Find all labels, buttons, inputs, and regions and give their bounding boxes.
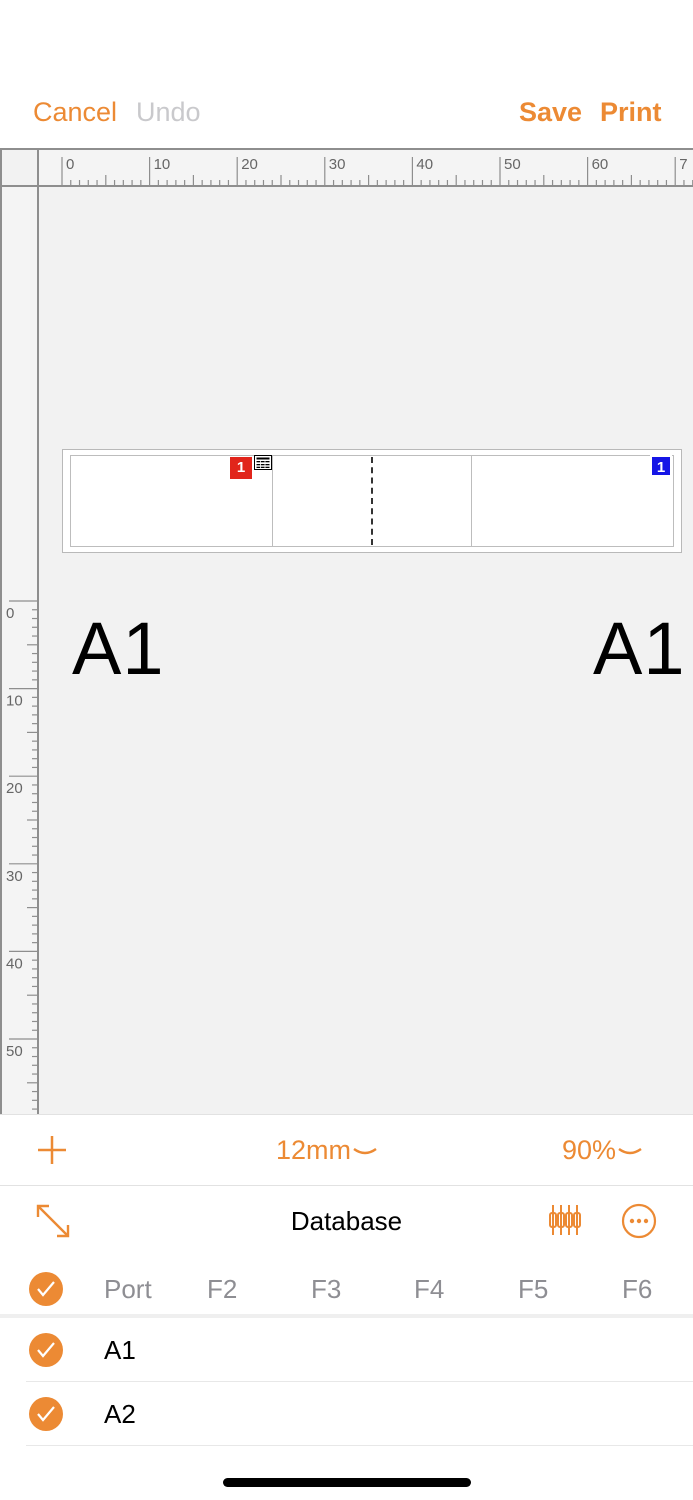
cut-line (371, 457, 373, 545)
undo-button[interactable]: Undo (136, 96, 201, 128)
ruler-label: 40 (6, 955, 23, 972)
table-cell-port: A2 (104, 1399, 136, 1429)
tape-size-value: 12mm (276, 1135, 352, 1165)
ruler-label: 10 (154, 156, 171, 173)
select-all-checkbox[interactable] (29, 1272, 63, 1306)
more-options-icon[interactable] (621, 1203, 657, 1239)
table-header-row: Port F2 F3 F4 F5 F6 (0, 1256, 693, 1318)
ruler-corner (0, 150, 39, 187)
ruler-label: 20 (6, 780, 23, 797)
tape-size-selector[interactable]: 12mm (276, 1133, 377, 1167)
horizontal-ruler-ticks: 0 10 20 30 40 50 60 7 (61, 156, 693, 187)
database-panel-header: Database (0, 1186, 693, 1256)
column-header-f4[interactable]: F4 (414, 1274, 444, 1304)
vertical-ruler-ticks: 0 10 20 30 40 50 (6, 600, 39, 1110)
top-nav-bar: Cancel Undo Save Print (0, 0, 693, 148)
checkmark-icon (37, 1342, 55, 1358)
bottom-toolbar: 12mm 90% (0, 1114, 693, 1186)
database-table: Port F2 F3 F4 F5 F6 A1 A2 (0, 1256, 693, 1446)
table-cell-port: A1 (104, 1335, 136, 1365)
table-row[interactable]: A1 (26, 1318, 693, 1382)
column-settings-icon[interactable] (548, 1203, 582, 1237)
column-header-f5[interactable]: F5 (518, 1274, 548, 1304)
zoom-selector[interactable]: 90% (562, 1133, 642, 1167)
home-indicator (223, 1478, 471, 1487)
table-row[interactable]: A2 (26, 1382, 693, 1446)
checkmark-icon (37, 1406, 55, 1422)
row-checkbox[interactable] (29, 1333, 63, 1367)
ruler-label: 7 (679, 156, 687, 173)
ruler-label: 40 (416, 156, 433, 173)
ruler-label: 0 (66, 156, 74, 173)
cancel-button[interactable]: Cancel (33, 96, 117, 128)
row-checkbox[interactable] (29, 1397, 63, 1431)
ruler-label: 50 (6, 1043, 23, 1060)
database-link-icon (254, 455, 272, 470)
column-header-port[interactable]: Port (104, 1274, 152, 1304)
ruler-label: 0 (6, 605, 14, 622)
right-field-badge: 1 (650, 455, 672, 477)
column-header-f2[interactable]: F2 (207, 1274, 237, 1304)
label-right-text[interactable]: A1 (593, 612, 686, 686)
left-field-badge: 1 (230, 457, 252, 479)
print-button[interactable]: Print (600, 96, 662, 128)
ruler-label: 30 (6, 868, 23, 885)
column-header-f6[interactable]: F6 (622, 1274, 652, 1304)
zoom-value: 90% (562, 1135, 617, 1165)
label-block-divider (272, 455, 273, 547)
ruler-label: 50 (504, 156, 521, 173)
checkmark-icon (37, 1281, 55, 1297)
ruler-label: 20 (241, 156, 258, 173)
chevron-down-icon (353, 1147, 377, 1155)
ruler-label: 60 (592, 156, 609, 173)
horizontal-ruler: 0 10 20 30 40 50 60 7 (39, 150, 693, 187)
ruler-label: 30 (329, 156, 346, 173)
ruler-label: 10 (6, 693, 23, 710)
database-title: Database (290, 1206, 403, 1236)
label-left-text[interactable]: A1 (72, 612, 165, 686)
column-header-f3[interactable]: F3 (311, 1274, 341, 1304)
save-button[interactable]: Save (519, 96, 582, 128)
vertical-ruler: 0 10 20 30 40 50 (0, 187, 39, 1114)
add-object-icon[interactable] (35, 1133, 69, 1167)
label-block-divider (471, 455, 472, 547)
chevron-down-icon (618, 1147, 642, 1155)
